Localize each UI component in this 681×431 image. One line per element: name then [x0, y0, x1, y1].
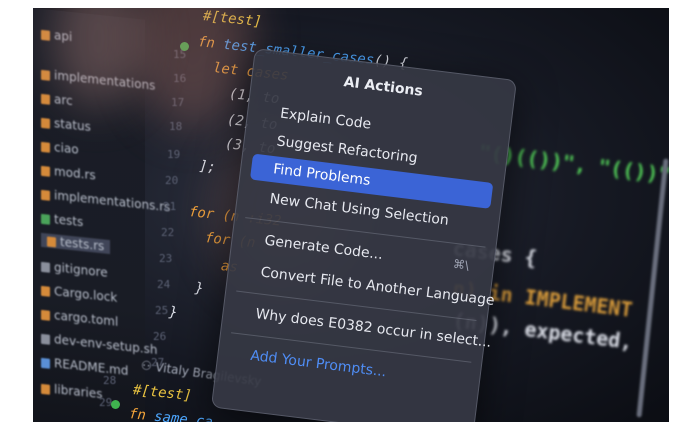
sidebar-item[interactable]: gitignore: [41, 259, 108, 280]
folder-icon: [41, 213, 50, 225]
line-number: 25: [155, 304, 169, 317]
file-icon: [41, 357, 50, 369]
folder-icon: [41, 29, 50, 41]
file-icon: [41, 285, 50, 297]
sidebar-item-label: cargo.toml: [54, 308, 119, 329]
file-icon: [41, 333, 50, 345]
sidebar-item-label: tests.rs: [60, 234, 105, 254]
sidebar-item-label: implementations.rs: [54, 188, 171, 215]
line-number: 26: [153, 330, 167, 343]
sidebar-item-label: arc: [54, 92, 73, 109]
file-icon: [41, 261, 50, 273]
foreground-blur: [133, 8, 253, 128]
line-number: 24: [157, 278, 171, 291]
sidebar-item-label: mod.rs: [54, 164, 96, 183]
sidebar-item[interactable]: arc: [41, 91, 73, 108]
code-keyword: fn: [128, 406, 147, 422]
menu-item-label: Why does E0382 occur in select...: [254, 306, 493, 351]
folder-icon: [41, 93, 50, 105]
rust-file-icon: [47, 235, 56, 247]
sidebar-item-active[interactable]: tests.rs: [41, 232, 111, 255]
file-icon: [41, 309, 50, 321]
menu-item-label: Add Your Prompts...: [249, 347, 388, 381]
sidebar-item-label: dev-env-setup.sh: [54, 332, 158, 358]
sidebar-item[interactable]: ciao: [41, 139, 79, 157]
sidebar-item-label: status: [54, 116, 91, 135]
folder-icon: [41, 141, 50, 153]
code-text: }: [194, 280, 205, 297]
sidebar-item[interactable]: dev-env-setup.sh: [41, 331, 157, 357]
folder-icon: [41, 383, 50, 395]
code-text: ];: [198, 158, 217, 176]
line-number: 28: [103, 374, 117, 387]
code-function-name: same_ca: [153, 408, 214, 422]
rust-file-icon: [41, 165, 50, 177]
sidebar-item[interactable]: mod.rs: [41, 163, 96, 183]
code-string: "(())": [597, 154, 669, 188]
editor-screenshot-frame: api implementations arc status ciao mod.…: [33, 8, 669, 422]
sidebar-item-label: ciao: [54, 140, 79, 157]
code-text: }: [168, 304, 179, 321]
rust-file-icon: [41, 189, 50, 201]
line-number: 20: [165, 174, 179, 187]
folder-icon: [41, 69, 50, 81]
sidebar-item[interactable]: implementations.rs: [41, 187, 171, 215]
line-number: 23: [159, 252, 173, 265]
sidebar-item[interactable]: tests: [41, 211, 83, 229]
sidebar-item-label: gitignore: [54, 260, 108, 280]
sidebar-item-label: libraries: [54, 382, 103, 402]
sidebar-item[interactable]: status: [41, 115, 91, 134]
editor-scrollbar[interactable]: [636, 158, 669, 418]
code-line: }: [168, 304, 178, 321]
sidebar-item-label: Cargo.lock: [54, 284, 118, 305]
run-test-icon[interactable]: [111, 400, 120, 409]
sidebar-item[interactable]: cargo.toml: [41, 307, 118, 329]
keyboard-shortcut: ⌘\: [452, 256, 470, 273]
menu-item-label: Explain Code: [279, 105, 373, 133]
code-line: }: [194, 280, 204, 297]
menu-item-label: Generate Code...: [263, 232, 384, 264]
code-line: ];: [198, 158, 216, 176]
line-number: 19: [167, 148, 181, 161]
sidebar-item-label: README.md: [54, 356, 129, 379]
sidebar-item[interactable]: libraries: [41, 381, 102, 401]
code-line: fn same_ca: [128, 406, 214, 422]
ai-actions-menu: AI Actions Explain Code Suggest Refactor…: [210, 48, 518, 422]
folder-icon: [41, 117, 50, 129]
sidebar-item[interactable]: Cargo.lock: [41, 283, 117, 305]
sidebar-item-label: tests: [54, 212, 84, 230]
menu-item-label: Find Problems: [272, 161, 372, 189]
line-number: 22: [161, 226, 175, 239]
line-number: 21: [163, 200, 177, 213]
